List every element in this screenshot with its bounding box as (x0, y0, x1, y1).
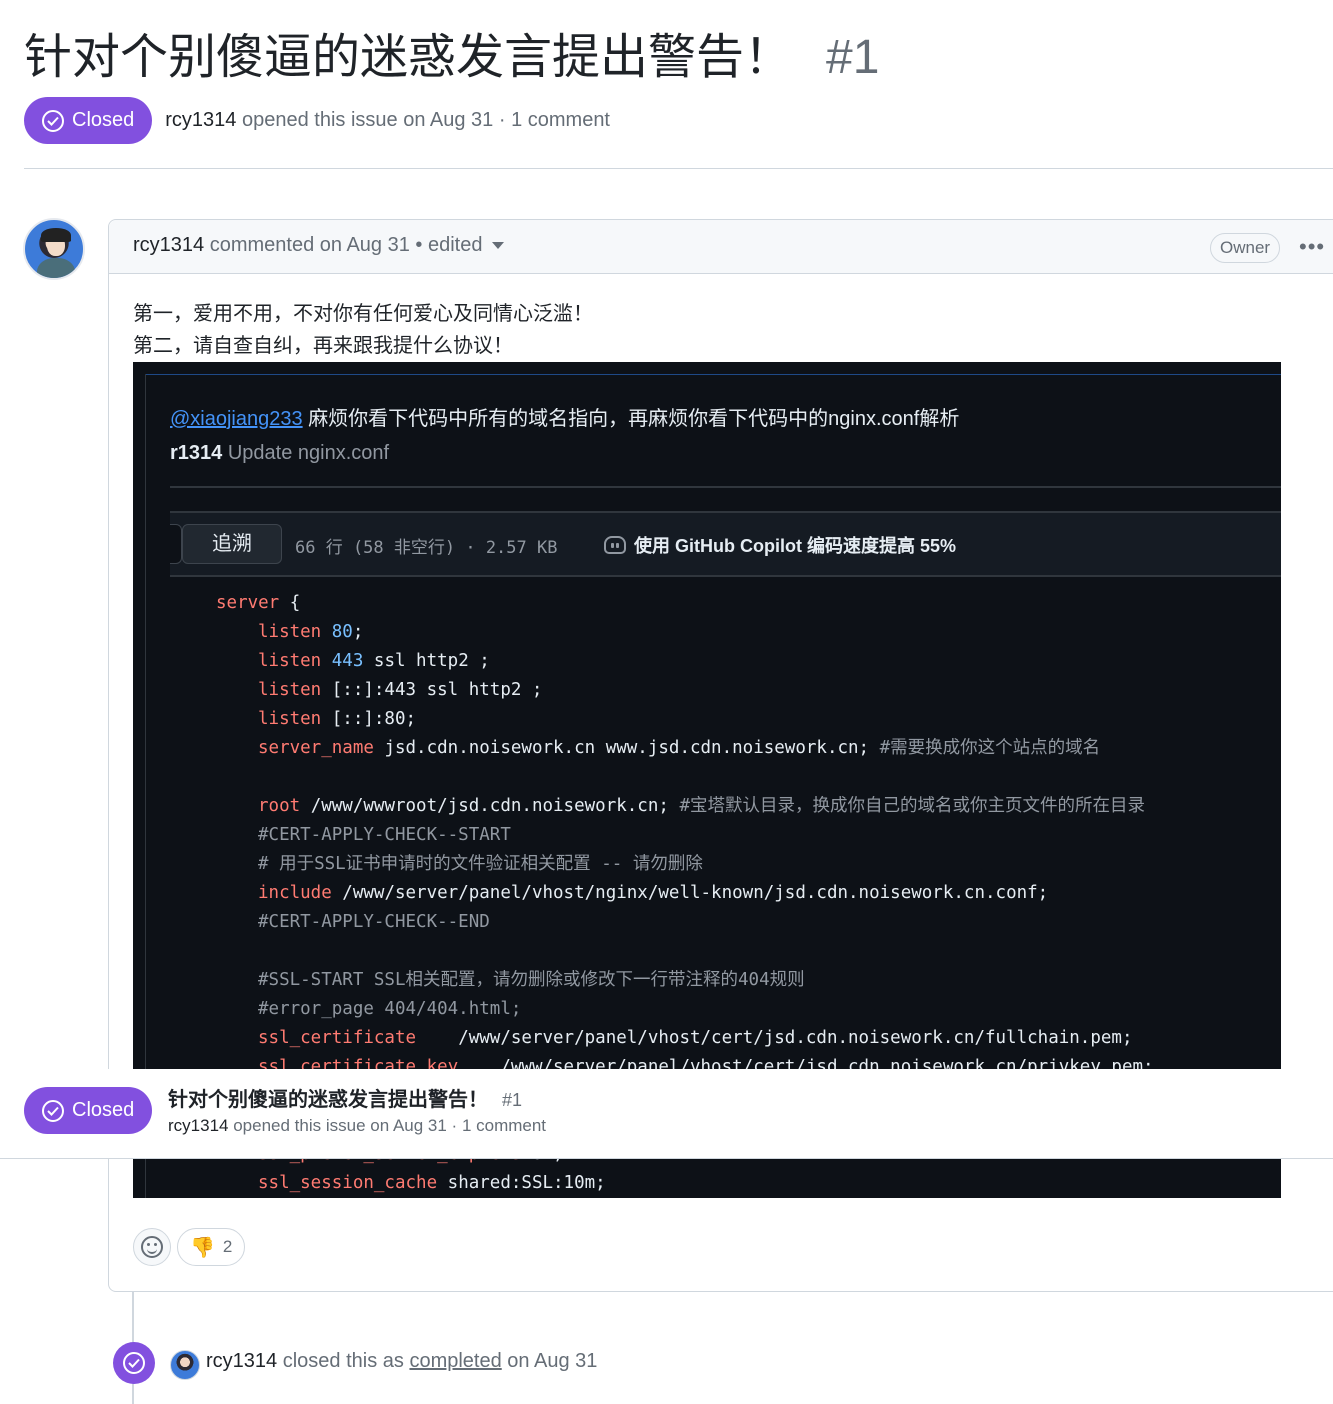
check-circle-icon (42, 109, 64, 132)
code-line: listen 80; (258, 622, 364, 642)
sticky-author-link[interactable]: rcy1314 (168, 1116, 228, 1135)
code-line: listen 443 ssl http2 ; (258, 651, 490, 671)
closed-event-text: rcy1314 closed this as completed on Aug … (206, 1350, 597, 1373)
code-line: listen [::]:443 ssl http2 ; (258, 680, 543, 700)
blame-button: 追溯 (182, 524, 282, 564)
state-badge-closed: Closed (24, 97, 153, 144)
sticky-state-label: Closed (72, 1099, 135, 1121)
author-avatar[interactable] (23, 218, 85, 280)
issue-title-text: 针对个别傻逼的迷惑发言提出警告！ (24, 31, 793, 84)
completed-link[interactable]: completed (409, 1350, 501, 1372)
reaction-thumbs-down[interactable]: 👎 2 (177, 1228, 246, 1266)
code-line: #SSL-START SSL相关配置，请勿删除或修改下一行带注释的404规则 (258, 970, 805, 990)
owner-badge: Owner (1210, 233, 1281, 263)
code-line: server { (216, 593, 301, 613)
thumbs-down-icon: 👎 (190, 1236, 215, 1259)
comment-body: 第一，爱用不用，不对你有任何爱心及同情心泛滥！ 第二，请自查自纠，再来跟我提什么… (133, 298, 593, 362)
sticky-state-badge: Closed (24, 1087, 153, 1134)
mention-text: 麻烦你看下代码中所有的域名指向，再麻烦你看下代码中的nginx.conf解析 (308, 408, 960, 430)
add-reaction-button[interactable] (133, 1228, 171, 1266)
comment-header: rcy1314 commented on Aug 31 • edited Own… (109, 220, 1333, 274)
sticky-meta: rcy1314 opened this issue on Aug 31 · 1 … (168, 1116, 546, 1136)
copilot-promo: 使用 GitHub Copilot 编码速度提高 55% (604, 532, 956, 558)
kebab-menu-icon[interactable]: ••• (1299, 234, 1325, 260)
issue-author-link[interactable]: rcy1314 (165, 109, 236, 131)
issue-meta-text: opened this issue on Aug 31 · 1 comment (241, 109, 610, 131)
event-text-before: closed this as (282, 1350, 404, 1372)
header-divider (24, 168, 1333, 169)
code-line: # 用于SSL证书申请时的文件验证相关配置 -- 请勿删除 (258, 854, 703, 874)
code-line: ssl_session_cache shared:SSL:10m; (258, 1173, 606, 1193)
code-line: server_name jsd.cdn.noisework.cn www.jsd… (258, 738, 1101, 758)
sticky-title-text: 针对个别傻逼的迷惑发言提出警告！ (168, 1089, 488, 1111)
screenshot-divider (170, 486, 1281, 488)
code-line: root /www/wwwroot/jsd.cdn.noisework.cn; … (258, 796, 1145, 816)
code-line: #CERT-APPLY-CHECK--START (258, 825, 511, 845)
code-line: #error_page 404/404.html; (258, 999, 522, 1019)
sticky-issue-header: Closed 针对个别傻逼的迷惑发言提出警告！ #1 rcy1314 opened… (0, 1069, 1333, 1159)
code-block: server { listen 80; listen 443 ssl http2… (133, 589, 1154, 1193)
copilot-icon (604, 536, 626, 554)
comment-author-link[interactable]: rcy1314 (133, 234, 204, 256)
comment-line-2: 第二，请自查自纠，再来跟我提什么协议！ (133, 335, 513, 357)
check-circle-icon (42, 1099, 64, 1122)
check-circle-icon (123, 1352, 145, 1374)
event-author-link[interactable]: rcy1314 (206, 1350, 277, 1372)
issue-header-meta: Closed rcy1314 opened this issue on Aug … (24, 97, 610, 144)
file-info: 66 行 (58 非空行) · 2.57 KB (295, 538, 558, 558)
state-label: Closed (72, 109, 135, 131)
reactions-bar: 👎 2 (133, 1228, 246, 1266)
mention-link: @xiaojiang233 (170, 408, 303, 430)
sticky-title[interactable]: 针对个别傻逼的迷惑发言提出警告！ #1 (168, 1083, 522, 1112)
code-tab (170, 524, 182, 564)
screenshot-top-border (145, 374, 1281, 375)
smiley-icon (141, 1236, 163, 1258)
screenshot-file-bar: 追溯 66 行 (58 非空行) · 2.57 KB 使用 GitHub Cop… (170, 511, 1281, 577)
commit-author: r1314 (170, 442, 223, 464)
code-line: listen [::]:80; (258, 709, 417, 729)
issue-meta: rcy1314 opened this issue on Aug 31 · 1 … (165, 109, 610, 132)
comment-line-1: 第一，爱用不用，不对你有任何爱心及同情心泛滥！ (133, 303, 593, 325)
copilot-text: 使用 GitHub Copilot 编码速度提高 55% (634, 536, 956, 556)
code-line: include /www/server/panel/vhost/nginx/we… (258, 883, 1049, 903)
sticky-meta-text: opened this issue on Aug 31 · 1 comment (233, 1116, 547, 1135)
code-line: ssl_certificate /www/server/panel/vhost/… (258, 1028, 1133, 1048)
code-line: #CERT-APPLY-CHECK--END (258, 912, 490, 932)
screenshot-mention-line: @xiaojiang233 麻烦你看下代码中所有的域名指向，再麻烦你看下代码中的… (170, 402, 959, 431)
comment-header-text[interactable]: commented on Aug 31 • edited (210, 234, 483, 256)
sticky-issue-number: #1 (502, 1090, 523, 1110)
commit-message: Update nginx.conf (227, 442, 390, 464)
reaction-count: 2 (222, 1237, 233, 1256)
comment-author-line: rcy1314 commented on Aug 31 • edited (133, 234, 505, 257)
screenshot-commit-line: r1314 Update nginx.conf (170, 442, 389, 465)
event-author-avatar[interactable] (170, 1350, 200, 1380)
issue-number: #1 (826, 31, 880, 84)
event-text-after: on Aug 31 (507, 1350, 598, 1372)
chevron-down-icon[interactable] (492, 242, 505, 250)
closed-event-icon (113, 1342, 155, 1384)
issue-title: 针对个别傻逼的迷惑发言提出警告！ #1 (24, 28, 879, 88)
